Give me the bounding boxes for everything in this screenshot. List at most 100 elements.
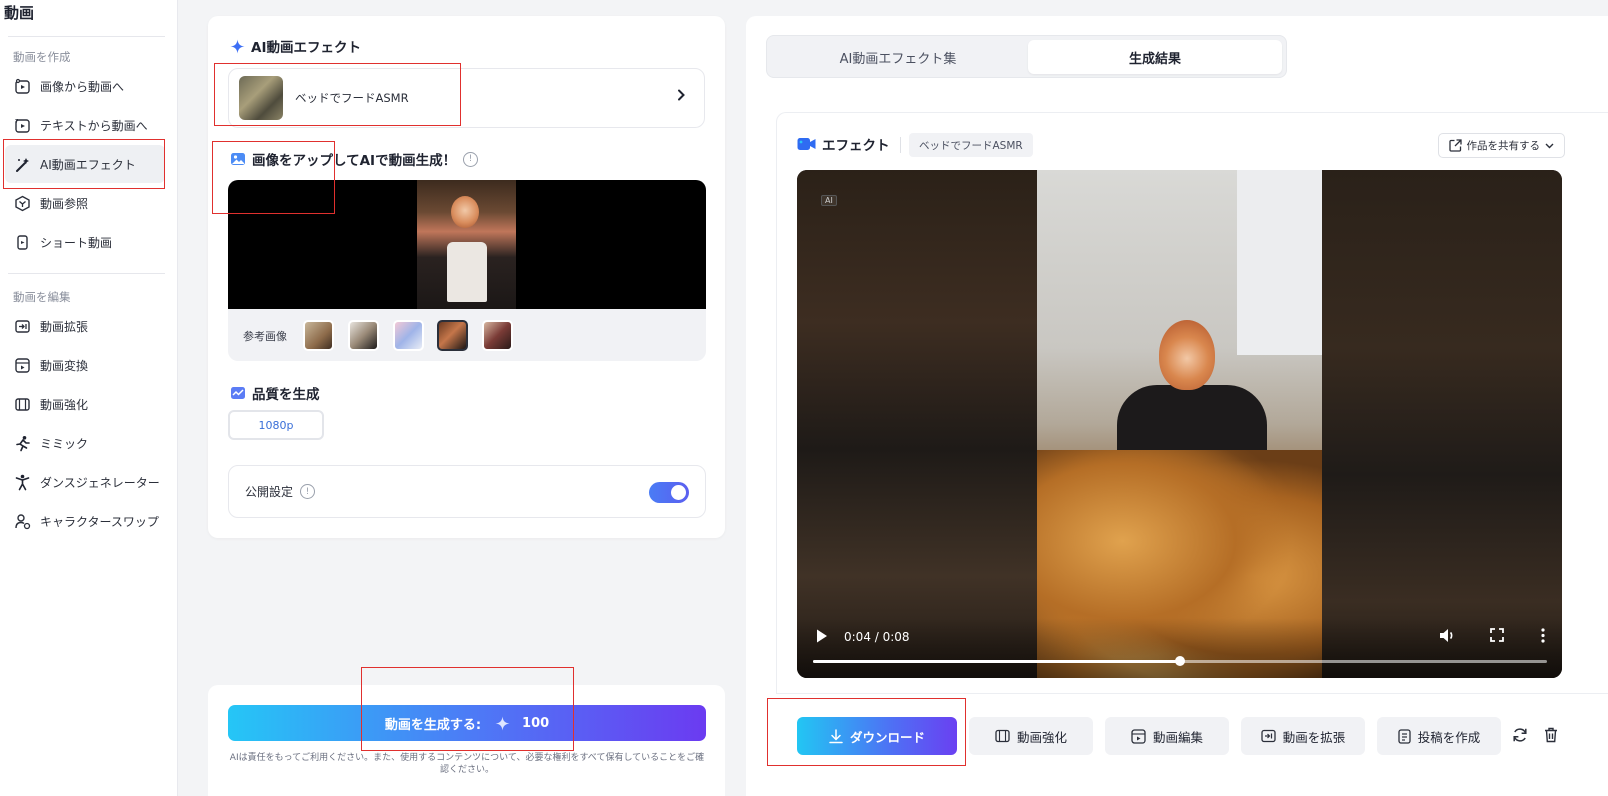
video-progress-handle[interactable] xyxy=(1175,656,1185,666)
video-enhance-icon xyxy=(995,729,1010,743)
sidebar-item-video-enhance[interactable]: 動画強化 xyxy=(5,385,165,423)
video-timecode: 0:04 / 0:08 xyxy=(844,630,910,644)
upload-area[interactable]: 参考画像 xyxy=(228,180,706,361)
character-swap-icon xyxy=(13,512,31,530)
sidebar-item-video-reference[interactable]: 動画参照 xyxy=(5,184,165,222)
reference-images-label: 参考画像 xyxy=(243,330,287,343)
sidebar-item-label: 動画参照 xyxy=(40,196,89,211)
sidebar-item-label: テキストから動画へ xyxy=(40,118,148,133)
divider xyxy=(900,137,901,153)
reference-image-thumb[interactable] xyxy=(393,320,424,351)
sidebar-item-label: 動画拡張 xyxy=(40,319,89,334)
regenerate-icon[interactable] xyxy=(1512,727,1528,743)
enhance-video-button[interactable]: 動画強化 xyxy=(969,717,1093,755)
effect-thumbnail xyxy=(239,76,283,120)
public-setting-label: 公開設定 xyxy=(245,485,294,499)
hexagon-reference-icon xyxy=(13,194,31,212)
sidebar-item-label: ショート動画 xyxy=(40,235,113,250)
divider xyxy=(8,36,165,37)
upload-section-title: 画像をアップしてAIで動画生成！ ! xyxy=(230,149,479,169)
quality-option-1080p[interactable]: 1080p xyxy=(228,410,324,440)
image-to-video-icon xyxy=(13,77,31,95)
video-camera-icon xyxy=(797,137,816,151)
generate-video-button[interactable]: 動画を生成する: 100 xyxy=(228,705,706,741)
play-icon[interactable] xyxy=(815,628,829,644)
external-share-icon xyxy=(1448,139,1462,152)
generate-cost: 100 xyxy=(522,715,550,731)
chevron-right-icon xyxy=(676,89,686,105)
sidebar-item-video-convert[interactable]: 動画変換 xyxy=(5,346,165,384)
sidebar-item-label: 画像から動画へ xyxy=(40,79,125,94)
sidebar-item-image-to-video[interactable]: 画像から動画へ xyxy=(5,67,165,105)
divider xyxy=(8,273,165,274)
result-card: エフェクト ベッドでフードASMR 作品を共有する AI 0:04 / 0:08 xyxy=(776,112,1608,694)
sidebar-item-label: 動画強化 xyxy=(40,397,89,412)
info-icon[interactable]: ! xyxy=(463,151,479,167)
sparkle-icon xyxy=(230,39,245,54)
sidebar-item-label: AI動画エフェクト xyxy=(40,157,136,172)
generate-panel: 動画を生成する: 100 AIは責任をもってご利用ください。また、使用するコンテ… xyxy=(208,685,725,796)
settings-panel: AI動画エフェクト ベッドでフードASMR 画像をアップしてAIで動画生成！ !… xyxy=(208,16,725,538)
result-panel: AI動画エフェクト集 生成結果 エフェクト ベッドでフードASMR 作品を共有す… xyxy=(746,16,1608,796)
extend-video-button[interactable]: 動画を拡張 xyxy=(1241,717,1365,755)
download-button[interactable]: ダウンロード xyxy=(797,717,957,755)
video-player[interactable]: AI 0:04 / 0:08 xyxy=(797,170,1562,678)
effect-section-title: AI動画エフェクト xyxy=(230,36,361,56)
share-button[interactable]: 作品を共有する xyxy=(1437,133,1565,158)
reference-image-thumb[interactable] xyxy=(303,320,334,351)
tab-effect-gallery[interactable]: AI動画エフェクト集 xyxy=(771,40,1025,74)
reference-image-thumb[interactable] xyxy=(348,320,379,351)
section-create: 動画を作成 xyxy=(13,50,71,64)
post-document-icon xyxy=(1398,728,1411,744)
image-icon xyxy=(230,151,246,167)
chevron-down-icon xyxy=(1545,143,1554,149)
public-setting-row: 公開設定 ! xyxy=(228,465,706,518)
video-enhance-icon xyxy=(13,395,31,413)
sidebar-item-text-to-video[interactable]: T テキストから動画へ xyxy=(5,106,165,144)
effect-selector[interactable]: ベッドでフードASMR xyxy=(228,68,705,128)
video-controls: 0:04 / 0:08 xyxy=(797,618,1562,678)
video-edit-icon xyxy=(1131,728,1146,744)
reference-image-thumb-selected[interactable] xyxy=(437,320,468,351)
section-edit: 動画を編集 xyxy=(13,290,71,304)
disclaimer-text: AIは責任をもってご利用ください。また、使用するコンテンツについて、必要な権利を… xyxy=(229,753,705,775)
uploaded-image-preview xyxy=(228,180,706,309)
ai-badge: AI xyxy=(821,195,837,206)
sidebar-item-short-video[interactable]: ショート動画 xyxy=(5,223,165,261)
public-toggle[interactable] xyxy=(649,482,689,503)
reference-image-thumb[interactable] xyxy=(482,320,513,351)
running-figure-icon xyxy=(13,434,31,452)
sidebar: 動画 動画を作成 画像から動画へ T テキストから動画へ AI動画エフェクト 動… xyxy=(0,0,178,796)
text-to-video-icon: T xyxy=(13,116,31,134)
quality-chart-icon xyxy=(230,385,246,401)
result-header: エフェクト xyxy=(797,134,890,154)
tab-generation-result[interactable]: 生成結果 xyxy=(1028,40,1282,74)
sidebar-item-label: ダンスジェネレーター xyxy=(40,475,160,490)
sidebar-item-dance-generator[interactable]: ダンスジェネレーター xyxy=(5,463,165,501)
sidebar-item-video-extend[interactable]: 動画拡張 xyxy=(5,307,165,345)
fullscreen-icon[interactable] xyxy=(1490,628,1504,642)
trash-icon[interactable] xyxy=(1544,727,1558,743)
volume-icon[interactable] xyxy=(1439,628,1456,643)
effect-name: ベッドでフードASMR xyxy=(295,91,409,105)
sidebar-item-label: 動画変換 xyxy=(40,358,89,373)
more-options-icon[interactable] xyxy=(1541,628,1545,643)
video-progress-fill xyxy=(813,660,1180,663)
sidebar-item-ai-video-effect[interactable]: AI動画エフェクト xyxy=(5,145,165,183)
short-video-icon xyxy=(13,233,31,251)
sidebar-title: 動画 xyxy=(4,4,35,22)
edit-video-button[interactable]: 動画編集 xyxy=(1105,717,1229,755)
video-convert-icon xyxy=(13,356,31,374)
action-bar: ダウンロード 動画強化 動画編集 動画を拡張 投稿を作成 xyxy=(746,696,1608,796)
effect-chip: ベッドでフードASMR xyxy=(909,133,1033,157)
info-icon[interactable]: ! xyxy=(300,484,316,499)
sidebar-item-label: ミミック xyxy=(40,436,89,451)
create-post-button[interactable]: 投稿を作成 xyxy=(1377,717,1501,755)
sidebar-item-mimic[interactable]: ミミック xyxy=(5,424,165,462)
sparkle-icon xyxy=(495,716,510,731)
video-extend-icon xyxy=(1261,729,1276,743)
video-extend-icon xyxy=(13,317,31,335)
tab-bar: AI動画エフェクト集 生成結果 xyxy=(766,35,1287,78)
video-progress-track[interactable] xyxy=(813,656,1547,666)
sidebar-item-character-swap[interactable]: キャラクタースワップ xyxy=(5,502,165,540)
